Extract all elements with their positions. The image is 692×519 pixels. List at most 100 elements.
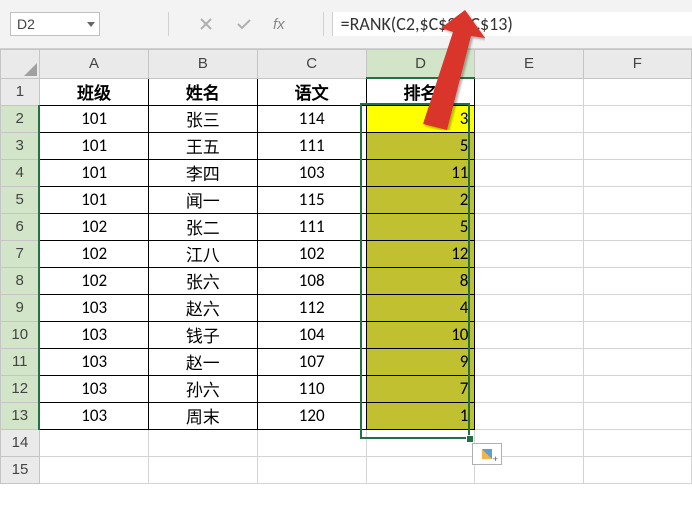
cell-E5[interactable] (475, 186, 583, 213)
cell-D9[interactable]: 4 (366, 294, 475, 321)
cell-A9[interactable]: 103 (39, 294, 148, 321)
row-header-9[interactable]: 9 (1, 294, 40, 321)
col-header-F[interactable]: F (583, 50, 691, 79)
cell-A13[interactable]: 103 (39, 402, 148, 429)
cell-A3[interactable]: 101 (39, 132, 148, 159)
cell-F6[interactable] (583, 213, 691, 240)
cell-E9[interactable] (475, 294, 583, 321)
cell-F11[interactable] (583, 348, 691, 375)
cell-E3[interactable] (475, 132, 583, 159)
cell-B13[interactable]: 周末 (148, 402, 257, 429)
worksheet[interactable]: A B C D E F 1 班级 姓名 语文 排名 2 101 张三 114 3… (0, 49, 692, 484)
cell-F5[interactable] (583, 186, 691, 213)
cell-E4[interactable] (475, 159, 583, 186)
fx-icon[interactable]: fx (273, 16, 285, 33)
cell-D11[interactable]: 9 (366, 348, 475, 375)
select-all-corner[interactable] (1, 50, 40, 79)
cell-F3[interactable] (583, 132, 691, 159)
cell-D3[interactable]: 5 (366, 132, 475, 159)
cell-B15[interactable] (148, 456, 257, 483)
cell-C15[interactable] (257, 456, 366, 483)
cell-F13[interactable] (583, 402, 691, 429)
row-header-2[interactable]: 2 (1, 105, 40, 132)
cell-D15[interactable] (366, 456, 475, 483)
cell-A6[interactable]: 102 (39, 213, 148, 240)
cell-E2[interactable] (475, 105, 583, 132)
row-header-15[interactable]: 15 (1, 456, 40, 483)
cell-B12[interactable]: 孙六 (148, 375, 257, 402)
cell-D6[interactable]: 5 (366, 213, 475, 240)
cell-A14[interactable] (39, 429, 148, 456)
row-header-3[interactable]: 3 (1, 132, 40, 159)
cell-D14[interactable] (366, 429, 475, 456)
cell-A7[interactable]: 102 (39, 240, 148, 267)
cell-F7[interactable] (583, 240, 691, 267)
cell-B3[interactable]: 王五 (148, 132, 257, 159)
header-rank[interactable]: 排名 (366, 78, 475, 105)
cell-C9[interactable]: 112 (257, 294, 366, 321)
cell-D2[interactable]: 3 (366, 105, 475, 132)
cell-C3[interactable]: 111 (257, 132, 366, 159)
cell-A10[interactable]: 103 (39, 321, 148, 348)
header-name[interactable]: 姓名 (148, 78, 257, 105)
cell-E13[interactable] (475, 402, 583, 429)
cell-B6[interactable]: 张二 (148, 213, 257, 240)
cell-F8[interactable] (583, 267, 691, 294)
header-class[interactable]: 班级 (39, 78, 148, 105)
cancel-icon[interactable] (197, 15, 215, 33)
row-header-11[interactable]: 11 (1, 348, 40, 375)
cell-D13[interactable]: 1 (366, 402, 475, 429)
cell-D7[interactable]: 12 (366, 240, 475, 267)
cell-F10[interactable] (583, 321, 691, 348)
cell-A4[interactable]: 101 (39, 159, 148, 186)
cell-C6[interactable]: 111 (257, 213, 366, 240)
chevron-down-icon[interactable] (87, 22, 95, 27)
row-header-14[interactable]: 14 (1, 429, 40, 456)
cell-C2[interactable]: 114 (257, 105, 366, 132)
cell-F4[interactable] (583, 159, 691, 186)
cell-B8[interactable]: 张六 (148, 267, 257, 294)
cell-B9[interactable]: 赵六 (148, 294, 257, 321)
cell-C14[interactable] (257, 429, 366, 456)
cell-D5[interactable]: 2 (366, 186, 475, 213)
cell-E6[interactable] (475, 213, 583, 240)
cell-E8[interactable] (475, 267, 583, 294)
cell-D10[interactable]: 10 (366, 321, 475, 348)
row-header-13[interactable]: 13 (1, 402, 40, 429)
paste-options-icon[interactable] (472, 443, 502, 465)
cell-C4[interactable]: 103 (257, 159, 366, 186)
cell-C12[interactable]: 110 (257, 375, 366, 402)
col-header-A[interactable]: A (39, 50, 148, 79)
row-header-7[interactable]: 7 (1, 240, 40, 267)
cell-B7[interactable]: 江八 (148, 240, 257, 267)
cell-E12[interactable] (475, 375, 583, 402)
row-header-10[interactable]: 10 (1, 321, 40, 348)
col-header-E[interactable]: E (475, 50, 583, 79)
header-score[interactable]: 语文 (257, 78, 366, 105)
cell-A15[interactable] (39, 456, 148, 483)
cell-A8[interactable]: 102 (39, 267, 148, 294)
cell-F15[interactable] (583, 456, 691, 483)
cell-F9[interactable] (583, 294, 691, 321)
cell-A11[interactable]: 103 (39, 348, 148, 375)
grid[interactable]: A B C D E F 1 班级 姓名 语文 排名 2 101 张三 114 3… (0, 49, 692, 484)
cell-B14[interactable] (148, 429, 257, 456)
cell-B2[interactable]: 张三 (148, 105, 257, 132)
cell-D12[interactable]: 7 (366, 375, 475, 402)
row-header-1[interactable]: 1 (1, 78, 40, 105)
cell-F12[interactable] (583, 375, 691, 402)
cell-E7[interactable] (475, 240, 583, 267)
cell-A12[interactable]: 103 (39, 375, 148, 402)
col-header-C[interactable]: C (257, 50, 366, 79)
confirm-icon[interactable] (235, 15, 253, 33)
fill-handle[interactable] (466, 435, 474, 443)
row-header-8[interactable]: 8 (1, 267, 40, 294)
cell-D4[interactable]: 11 (366, 159, 475, 186)
cell-B11[interactable]: 赵一 (148, 348, 257, 375)
cell-E11[interactable] (475, 348, 583, 375)
col-header-D[interactable]: D (366, 50, 475, 79)
cell-B10[interactable]: 钱子 (148, 321, 257, 348)
row-header-12[interactable]: 12 (1, 375, 40, 402)
cell-B5[interactable]: 闻一 (148, 186, 257, 213)
cell-D8[interactable]: 8 (366, 267, 475, 294)
